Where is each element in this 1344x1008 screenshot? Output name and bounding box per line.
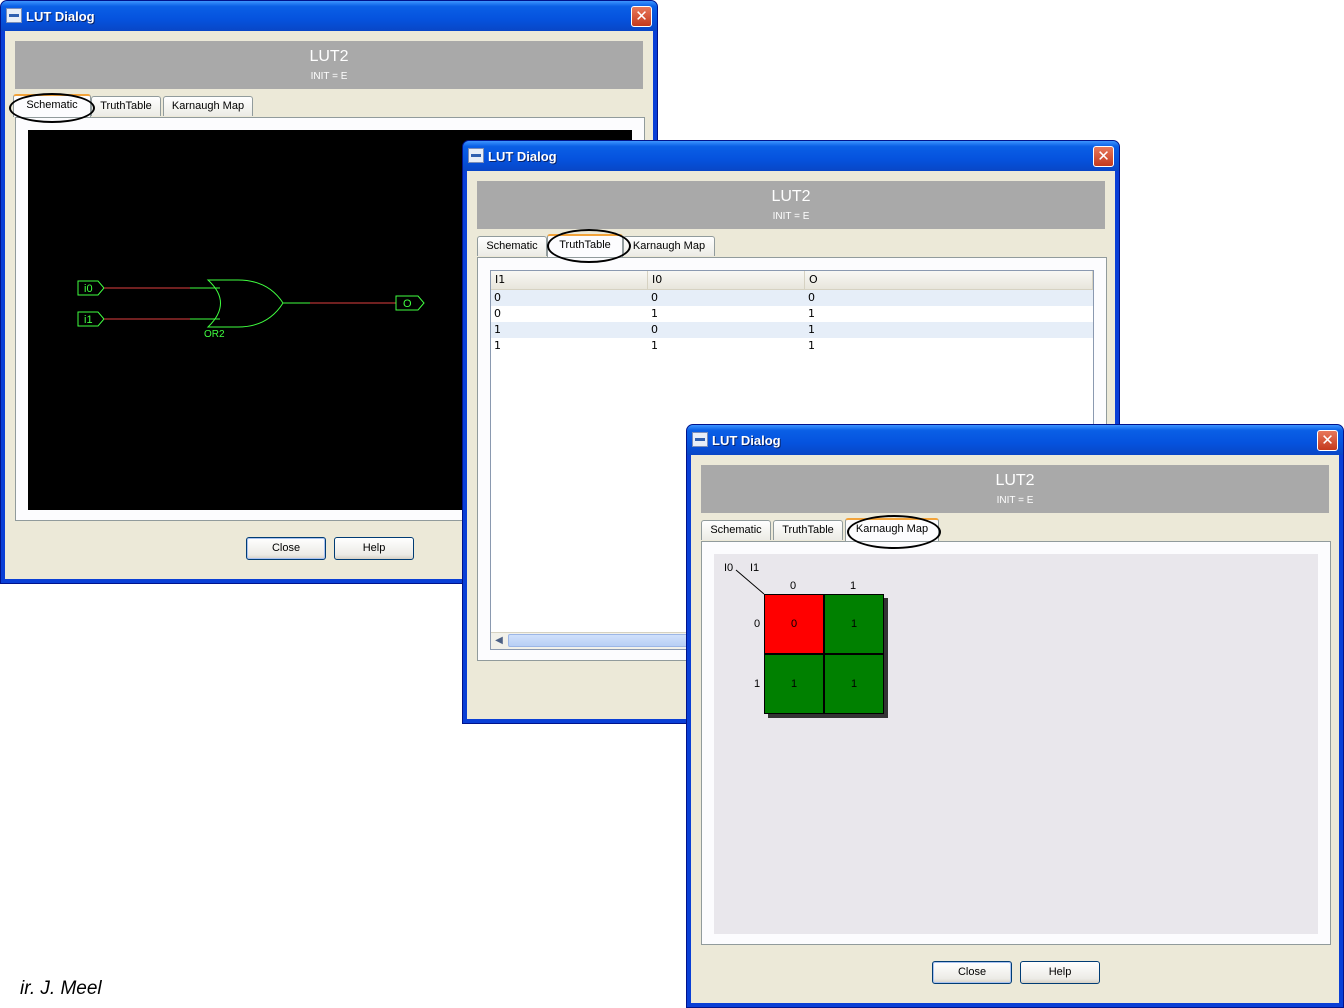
- lut-name: LUT2: [309, 48, 349, 65]
- cell-i1: 1: [494, 323, 501, 336]
- table-row[interactable]: 0 0 0: [491, 290, 1093, 306]
- window-title: LUT Dialog: [26, 9, 95, 24]
- lut-init: INIT = E: [310, 71, 348, 82]
- help-button[interactable]: Help: [334, 537, 414, 560]
- col-header-i1[interactable]: I1: [491, 271, 648, 289]
- tab-truthtable[interactable]: TruthTable: [773, 520, 843, 540]
- kmap-row-label: 0: [754, 618, 761, 630]
- cell-o: 1: [808, 323, 815, 336]
- kmap-row-variable: I0: [724, 562, 734, 574]
- cell-o: 1: [808, 339, 815, 352]
- app-icon: [692, 432, 708, 447]
- tab-truthtable[interactable]: TruthTable: [91, 96, 161, 116]
- table-row[interactable]: 1 1 1: [491, 338, 1093, 354]
- kmap-col-label: 0: [790, 580, 797, 592]
- lut-init: INIT = E: [996, 495, 1034, 506]
- dialog-client: LUT2 INIT = E Schematic TruthTable Karna…: [691, 455, 1339, 1003]
- title-bar[interactable]: LUT Dialog ✕: [687, 425, 1343, 455]
- karnaugh-map-view: I0 I1 0 1 0 1 0 1 1 1: [714, 554, 1318, 934]
- lut-dialog-kmap: LUT Dialog ✕ LUT2 INIT = E Schematic Tru…: [686, 424, 1344, 1008]
- lut-init: INIT = E: [772, 211, 810, 222]
- lut-header: LUT2 INIT = E: [701, 465, 1329, 513]
- kmap-cell[interactable]: 1: [824, 594, 884, 654]
- table-row[interactable]: 1 0 1: [491, 322, 1093, 338]
- input-label-i0: i0: [84, 283, 93, 295]
- window-close-button[interactable]: ✕: [1317, 430, 1338, 451]
- output-label: O: [403, 298, 412, 310]
- cell-i0: 1: [651, 339, 658, 352]
- tab-karnaugh-map[interactable]: Karnaugh Map: [623, 236, 715, 256]
- lut-header: LUT2 INIT = E: [15, 41, 643, 89]
- help-button[interactable]: Help: [1020, 961, 1100, 984]
- window-title: LUT Dialog: [712, 433, 781, 448]
- title-bar[interactable]: LUT Dialog ✕: [1, 1, 657, 31]
- lut-header: LUT2 INIT = E: [477, 181, 1105, 229]
- lut-name: LUT2: [771, 188, 811, 205]
- title-bar[interactable]: LUT Dialog ✕: [463, 141, 1119, 171]
- gate-label: OR2: [204, 329, 225, 340]
- tab-karnaugh-map[interactable]: Karnaugh Map: [163, 96, 253, 116]
- kmap-cell[interactable]: 0: [764, 594, 824, 654]
- window-title: LUT Dialog: [488, 149, 557, 164]
- cell-i0: 0: [651, 291, 658, 304]
- tab-schematic[interactable]: Schematic: [13, 94, 91, 117]
- col-header-o[interactable]: O: [805, 271, 1093, 289]
- table-header: I1 I0 O: [491, 271, 1093, 290]
- cell-i1: 0: [494, 307, 501, 320]
- app-icon: [468, 148, 484, 163]
- tab-panel: I0 I1 0 1 0 1 0 1 1 1: [701, 541, 1331, 945]
- tab-schematic[interactable]: Schematic: [477, 236, 547, 256]
- author-credit: ir. J. Meel: [20, 978, 102, 999]
- cell-i1: 0: [494, 291, 501, 304]
- app-icon: [6, 8, 22, 23]
- table-row[interactable]: 0 1 1: [491, 306, 1093, 322]
- tab-karnaugh-map[interactable]: Karnaugh Map: [845, 518, 939, 541]
- kmap-col-label: 1: [850, 580, 857, 592]
- kmap-row-label: 1: [754, 678, 761, 690]
- cell-i0: 1: [651, 307, 658, 320]
- lut-name: LUT2: [995, 472, 1035, 489]
- window-close-button[interactable]: ✕: [1093, 146, 1114, 167]
- tab-schematic[interactable]: Schematic: [701, 520, 771, 540]
- window-close-button[interactable]: ✕: [631, 6, 652, 27]
- col-header-i0[interactable]: I0: [648, 271, 805, 289]
- close-button[interactable]: Close: [932, 961, 1012, 984]
- input-label-i1: i1: [84, 314, 93, 326]
- close-button[interactable]: Close: [246, 537, 326, 560]
- cell-i1: 1: [494, 339, 501, 352]
- kmap-cell[interactable]: 1: [764, 654, 824, 714]
- scroll-left-arrow[interactable]: ◀: [492, 634, 506, 647]
- or2-gate: [206, 279, 284, 328]
- cell-o: 0: [808, 291, 815, 304]
- cell-i0: 0: [651, 323, 658, 336]
- kmap-cell[interactable]: 1: [824, 654, 884, 714]
- tab-truthtable[interactable]: TruthTable: [547, 234, 623, 257]
- cell-o: 1: [808, 307, 815, 320]
- kmap-col-variable: I1: [750, 562, 760, 574]
